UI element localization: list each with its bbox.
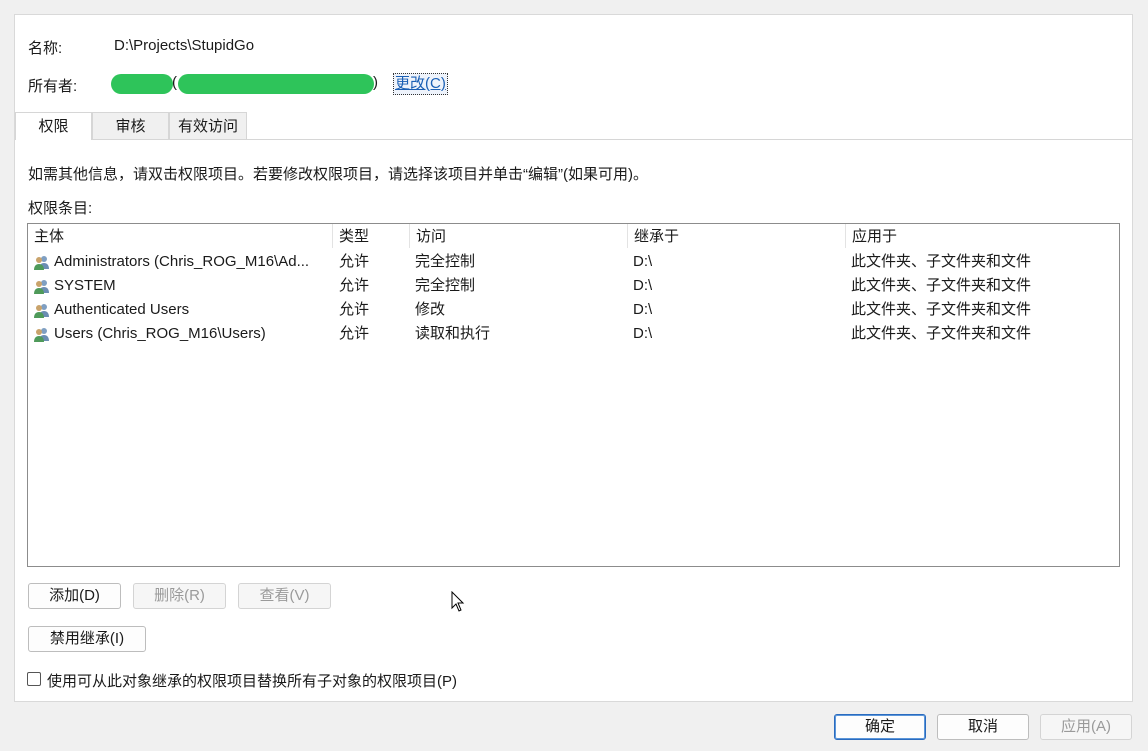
users-icon (34, 328, 49, 342)
principal-cell: SYSTEM (54, 277, 116, 294)
table-row[interactable]: SYSTEM 允许 完全控制 D:\ 此文件夹、子文件夹和文件 (28, 274, 1119, 298)
owner-label: 所有者: (28, 78, 78, 95)
applies-to-cell: 此文件夹、子文件夹和文件 (851, 325, 1032, 342)
type-cell: 允许 (339, 325, 370, 342)
owner-paren-close: ) (373, 74, 378, 91)
inherited-cell: D:\ (633, 325, 653, 342)
access-cell: 完全控制 (415, 253, 476, 270)
disable-inheritance-button[interactable]: 禁用继承(I) (28, 626, 146, 652)
ok-button[interactable]: 确定 (834, 714, 926, 740)
access-cell: 完全控制 (415, 277, 476, 294)
column-header-applies-to[interactable]: 应用于 (846, 224, 1119, 248)
column-header-access[interactable]: 访问 (410, 224, 628, 248)
column-header-principal[interactable]: 主体 (28, 224, 333, 248)
column-header-type[interactable]: 类型 (333, 224, 410, 248)
permission-entries-label: 权限条目: (28, 200, 93, 217)
users-icon (34, 280, 49, 294)
add-button[interactable]: 添加(D) (28, 583, 121, 609)
access-cell: 读取和执行 (415, 325, 491, 342)
principal-cell: Authenticated Users (54, 301, 190, 318)
security-settings-panel: 名称: D:\Projects\StupidGo 所有者: ( ) 更改(C) … (14, 14, 1133, 702)
change-owner-link[interactable]: 更改(C) (393, 73, 448, 95)
applies-to-cell: 此文件夹、子文件夹和文件 (851, 301, 1032, 318)
tab-permissions[interactable]: 权限 (15, 112, 92, 140)
inherited-cell: D:\ (633, 301, 653, 318)
access-cell: 修改 (415, 301, 446, 318)
object-name-value: D:\Projects\StupidGo (114, 37, 255, 54)
owner-account-redaction (178, 74, 374, 94)
column-header-inherited-from[interactable]: 继承于 (628, 224, 846, 248)
applies-to-cell: 此文件夹、子文件夹和文件 (851, 277, 1032, 294)
owner-name-redaction (111, 74, 173, 94)
table-row[interactable]: Users (Chris_ROG_M16\Users) 允许 读取和执行 D:\… (28, 322, 1119, 346)
mouse-pointer-icon (451, 591, 465, 612)
owner-paren-open: ( (172, 74, 177, 91)
info-text: 如需其他信息，请双击权限项目。若要修改权限项目，请选择该项目并单击“编辑”(如果… (28, 166, 648, 183)
users-icon (34, 304, 49, 318)
view-button[interactable]: 查看(V) (238, 583, 331, 609)
type-cell: 允许 (339, 277, 370, 294)
type-cell: 允许 (339, 301, 370, 318)
principal-cell: Users (Chris_ROG_M16\Users) (54, 325, 266, 342)
name-label: 名称: (28, 40, 63, 57)
replace-child-permissions-checkbox[interactable] (27, 672, 41, 686)
table-row[interactable]: Administrators (Chris_ROG_M16\Ad... 允许 完… (28, 250, 1119, 274)
apply-button[interactable]: 应用(A) (1040, 714, 1132, 740)
table-row[interactable]: Authenticated Users 允许 修改 D:\ 此文件夹、子文件夹和… (28, 298, 1119, 322)
inherited-cell: D:\ (633, 277, 653, 294)
inherited-cell: D:\ (633, 253, 653, 270)
cancel-button[interactable]: 取消 (937, 714, 1029, 740)
tab-auditing[interactable]: 审核 (92, 112, 169, 139)
replace-child-permissions-label[interactable]: 使用可从此对象继承的权限项目替换所有子对象的权限项目(P) (47, 670, 457, 691)
principal-cell: Administrators (Chris_ROG_M16\Ad... (54, 253, 310, 270)
users-icon (34, 256, 49, 270)
permission-entries-list[interactable]: 主体 类型 访问 继承于 应用于 Administrators (Chris_R… (27, 223, 1120, 567)
type-cell: 允许 (339, 253, 370, 270)
applies-to-cell: 此文件夹、子文件夹和文件 (851, 253, 1032, 270)
remove-button[interactable]: 删除(R) (133, 583, 226, 609)
tab-effective-access[interactable]: 有效访问 (169, 112, 247, 139)
